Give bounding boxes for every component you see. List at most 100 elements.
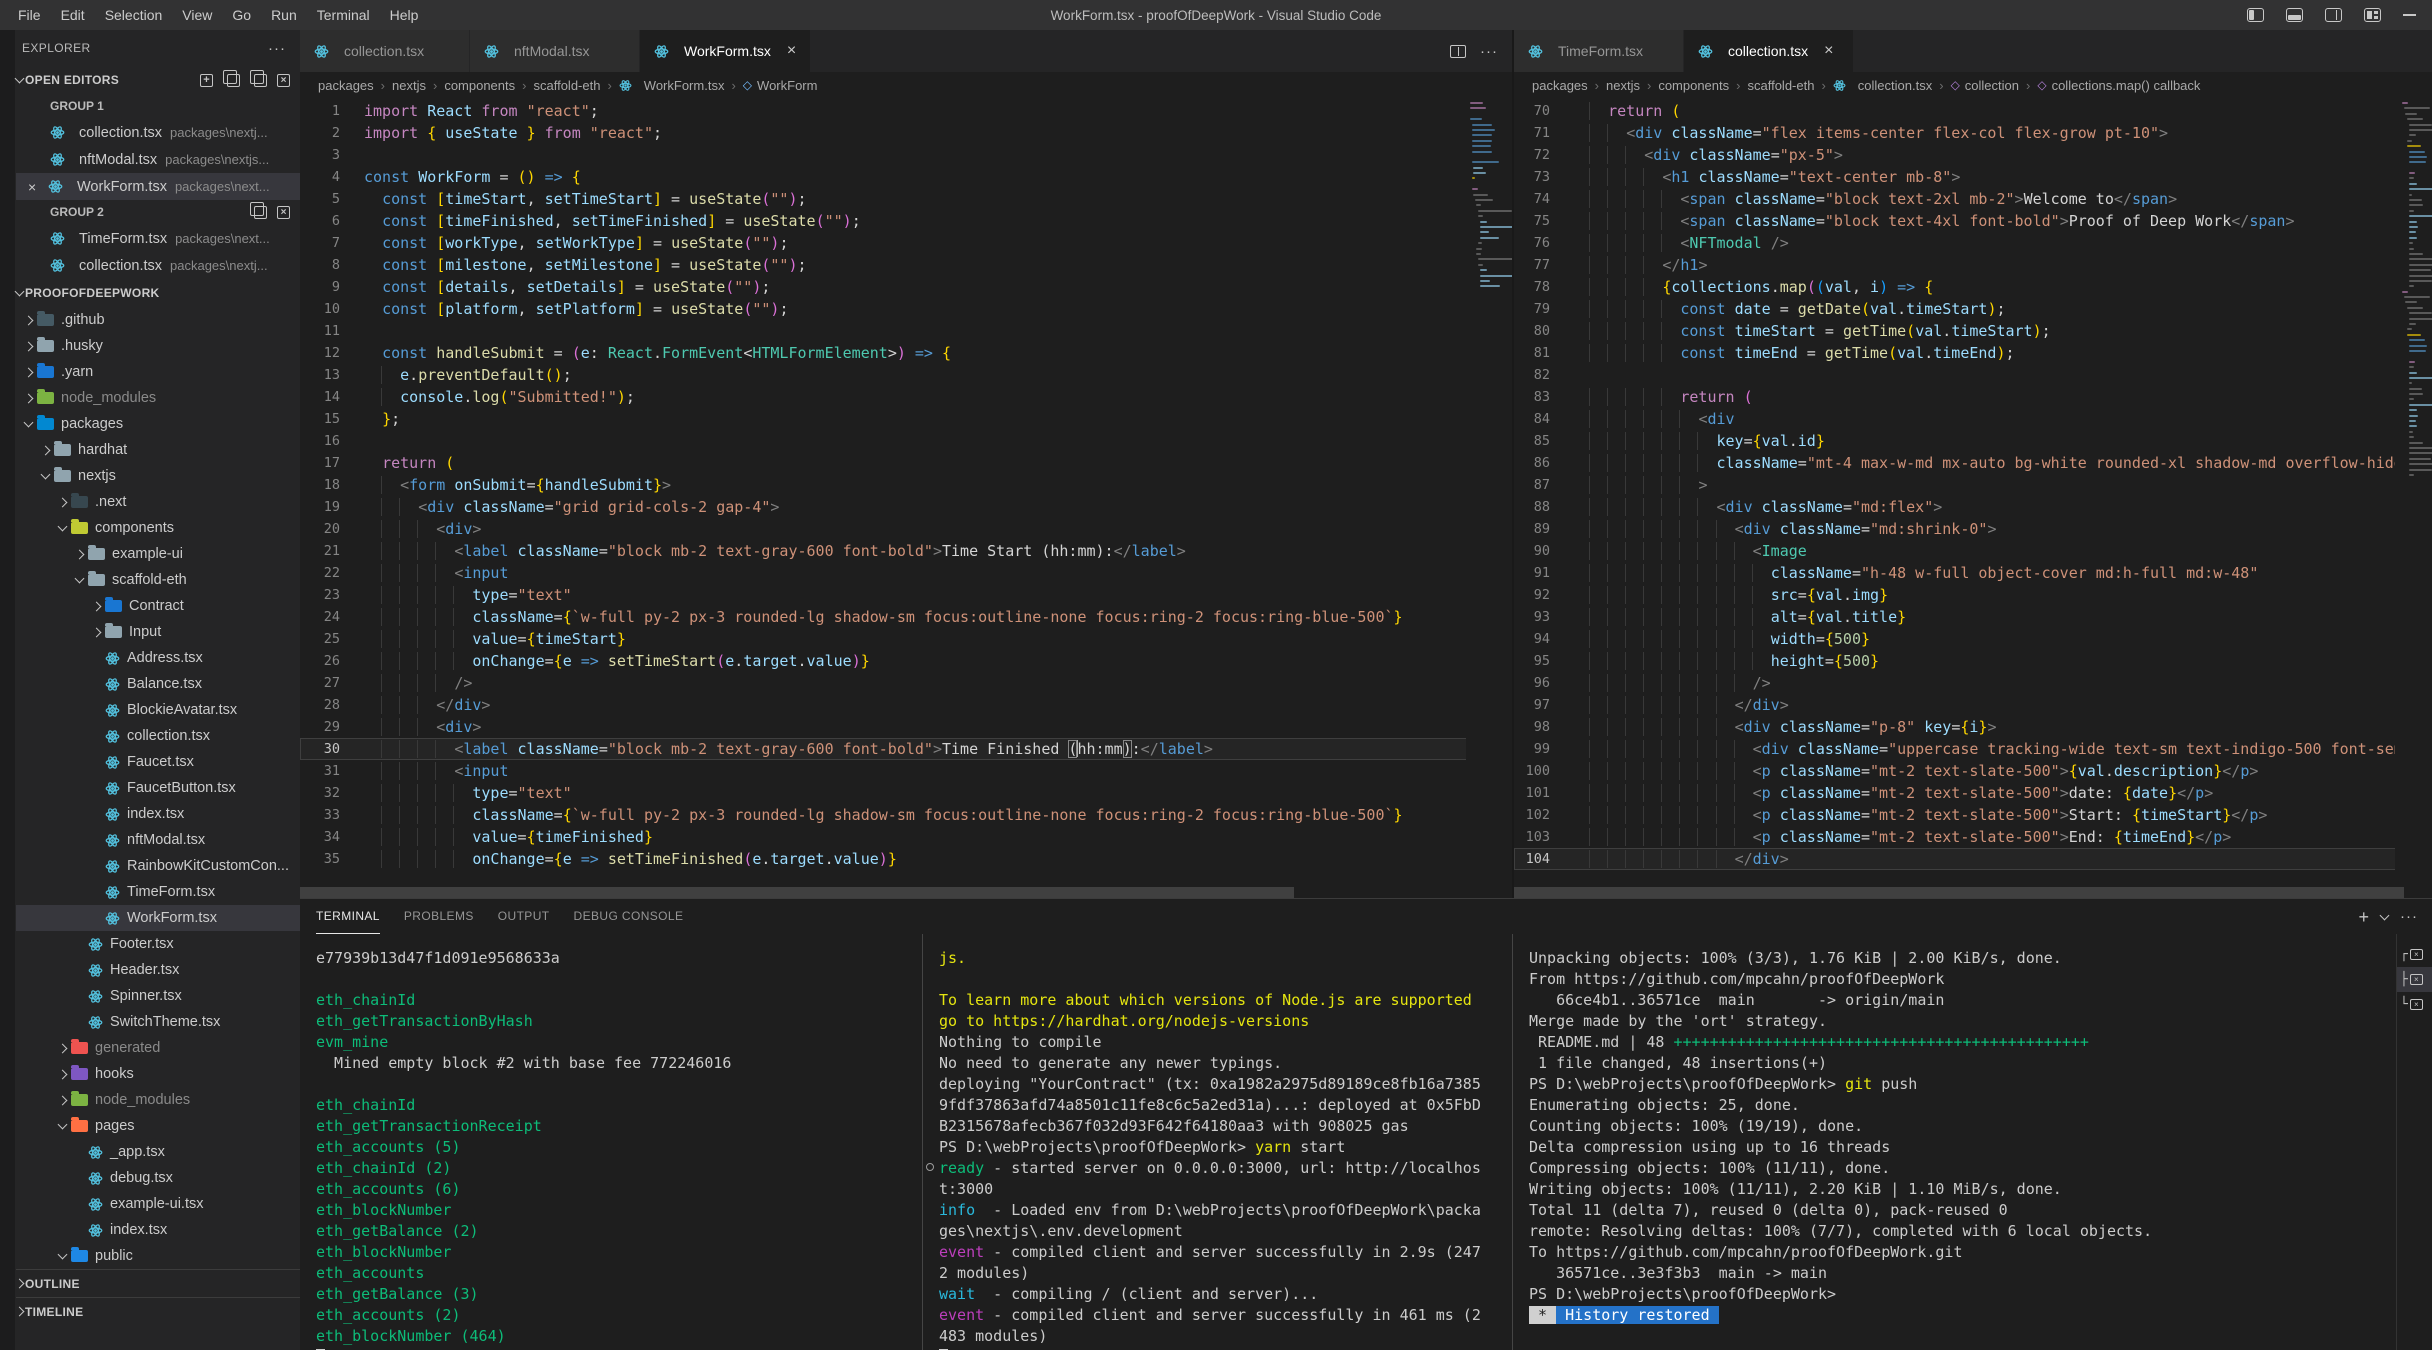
terminal-list-item-2[interactable]: ├: [2397, 967, 2432, 992]
code-line[interactable]: 33 className={`w-full py-2 px-3 rounded-…: [300, 804, 1512, 826]
tree-item-nextjs[interactable]: nextjs: [16, 463, 300, 489]
tree-item-Footertsx[interactable]: Footer.tsx: [16, 931, 300, 957]
tree-item-Contract[interactable]: Contract: [16, 593, 300, 619]
minimap[interactable]: [1466, 98, 1512, 898]
tab-collection.tsx[interactable]: collection.tsx ×: [1684, 30, 1854, 72]
breadcrumb-item[interactable]: packages: [318, 78, 374, 93]
breadcrumb-item[interactable]: ◇ collections.map() callback: [2037, 78, 2200, 93]
tree-item-Input[interactable]: Input: [16, 619, 300, 645]
breadcrumb-item[interactable]: scaffold-eth: [533, 78, 600, 93]
code-line[interactable]: 26 onChange={e => setTimeStart(e.target.…: [300, 650, 1512, 672]
tree-item-packages[interactable]: packages: [16, 411, 300, 437]
open-editor-item[interactable]: TimeForm.tsx packages\next...: [16, 225, 300, 252]
layout-secondary-sidebar-toggle-icon[interactable]: [2325, 8, 2342, 22]
minimap[interactable]: [2395, 98, 2432, 898]
open-editor-item[interactable]: collection.tsx packages\nextj...: [16, 119, 300, 146]
menu-go[interactable]: Go: [222, 0, 261, 30]
code-line[interactable]: 71 <div className="flex items-center fle…: [1514, 122, 2432, 144]
code-line[interactable]: 20 <div>: [300, 518, 1512, 540]
breadcrumb-item[interactable]: components: [444, 78, 515, 93]
tab-close-icon[interactable]: ×: [787, 42, 796, 60]
horizontal-scrollbar[interactable]: [1514, 887, 2405, 898]
code-line[interactable]: 89 <div className="md:shrink-0">: [1514, 518, 2432, 540]
code-line[interactable]: 87 >: [1514, 474, 2432, 496]
code-line[interactable]: 7 const [workType, setWorkType] = useSta…: [300, 232, 1512, 254]
menu-view[interactable]: View: [172, 0, 222, 30]
code-line[interactable]: 82: [1514, 364, 2432, 386]
code-line[interactable]: 94 width={500}: [1514, 628, 2432, 650]
breadcrumb-item[interactable]: components: [1658, 78, 1729, 93]
tab-TimeForm.tsx[interactable]: TimeForm.tsx: [1514, 30, 1684, 72]
tree-item-hooks[interactable]: hooks: [16, 1061, 300, 1087]
panel-tab-problems[interactable]: PROBLEMS: [404, 899, 474, 934]
breadcrumb-item[interactable]: WorkForm.tsx: [619, 78, 724, 93]
tree-item-collectiontsx[interactable]: collection.tsx: [16, 723, 300, 749]
close-all-editors-icon[interactable]: [277, 73, 290, 87]
code-line[interactable]: 3: [300, 144, 1512, 166]
breadcrumb-item[interactable]: ◇ collection: [1951, 78, 2019, 93]
more-actions-icon[interactable]: ···: [2400, 908, 2418, 925]
code-line[interactable]: 98 <div className="p-8" key={i}>: [1514, 716, 2432, 738]
panel-tab-output[interactable]: OUTPUT: [498, 899, 550, 934]
code-line[interactable]: 96 />: [1514, 672, 2432, 694]
breadcrumb-item[interactable]: nextjs: [392, 78, 426, 93]
panel-tab-debug-console[interactable]: DEBUG CONSOLE: [574, 899, 684, 934]
command-decoration-icon[interactable]: [926, 1163, 934, 1171]
tree-item-BlockieAvatartsx[interactable]: BlockieAvatar.tsx: [16, 697, 300, 723]
code-line[interactable]: 80 const timeStart = getTime(val.timeSta…: [1514, 320, 2432, 342]
tree-item-github[interactable]: .github: [16, 307, 300, 333]
code-editor[interactable]: 70 return (71 <div className="flex items…: [1514, 98, 2432, 898]
tree-item-public[interactable]: public: [16, 1243, 300, 1269]
tree-item-indextsx[interactable]: index.tsx: [16, 801, 300, 827]
more-actions-icon[interactable]: ···: [1480, 43, 1498, 60]
layout-panel-toggle-icon[interactable]: [2286, 8, 2303, 22]
code-line[interactable]: 84 <div: [1514, 408, 2432, 430]
tree-item-Addresstsx[interactable]: Address.tsx: [16, 645, 300, 671]
code-line[interactable]: 5 const [timeStart, setTimeStart] = useS…: [300, 188, 1512, 210]
tree-item-nftModaltsx[interactable]: nftModal.tsx: [16, 827, 300, 853]
tree-item-Spinnertsx[interactable]: Spinner.tsx: [16, 983, 300, 1009]
code-line[interactable]: 6 const [timeFinished, setTimeFinished] …: [300, 210, 1512, 232]
code-line[interactable]: 81 const timeEnd = getTime(val.timeEnd);: [1514, 342, 2432, 364]
tab-collection.tsx[interactable]: collection.tsx: [300, 30, 470, 72]
code-line[interactable]: 92 src={val.img}: [1514, 584, 2432, 606]
code-line[interactable]: 14 console.log("Submitted!");: [300, 386, 1512, 408]
breadcrumb-item[interactable]: collection.tsx: [1833, 78, 1932, 93]
code-line[interactable]: 91 className="h-48 w-full object-cover m…: [1514, 562, 2432, 584]
code-line[interactable]: 75 <span className="block text-4xl font-…: [1514, 210, 2432, 232]
code-line[interactable]: 31 <input: [300, 760, 1512, 782]
tree-item-TimeFormtsx[interactable]: TimeForm.tsx: [16, 879, 300, 905]
tab-close-icon[interactable]: ×: [1824, 42, 1833, 60]
code-line[interactable]: 28 </div>: [300, 694, 1512, 716]
close-all-editors-icon[interactable]: [277, 206, 290, 219]
open-editors-header[interactable]: OPEN EDITORS: [14, 66, 300, 94]
tree-item-husky[interactable]: .husky: [16, 333, 300, 359]
tree-item-yarn[interactable]: .yarn: [16, 359, 300, 385]
code-line[interactable]: 17 return (: [300, 452, 1512, 474]
code-line[interactable]: 95 height={500}: [1514, 650, 2432, 672]
breadcrumb-item[interactable]: nextjs: [1606, 78, 1640, 93]
code-line[interactable]: 78 {collections.map((val, i) => {: [1514, 276, 2432, 298]
tree-item-WorkFormtsx[interactable]: WorkForm.tsx: [16, 905, 300, 931]
terminal-pane-3[interactable]: Unpacking objects: 100% (3/3), 1.76 KiB …: [1512, 934, 2396, 1350]
tree-item-SwitchThemetsx[interactable]: SwitchTheme.tsx: [16, 1009, 300, 1035]
code-line[interactable]: 77 </h1>: [1514, 254, 2432, 276]
tree-item-indextsx[interactable]: index.tsx: [16, 1217, 300, 1243]
tree-item-_apptsx[interactable]: _app.tsx: [16, 1139, 300, 1165]
explorer-more-icon[interactable]: ···: [268, 40, 286, 57]
horizontal-scrollbar[interactable]: [300, 887, 1294, 898]
code-line[interactable]: 2 import { useState } from "react";: [300, 122, 1512, 144]
tree-item-hardhat[interactable]: hardhat: [16, 437, 300, 463]
menu-help[interactable]: Help: [380, 0, 429, 30]
code-line[interactable]: 104 </div>: [1514, 848, 2432, 870]
new-terminal-icon[interactable]: +: [2358, 908, 2369, 926]
code-line[interactable]: 30 <label className="block mb-2 text-gra…: [300, 738, 1512, 760]
code-line[interactable]: 35 onChange={e => setTimeFinished(e.targ…: [300, 848, 1512, 870]
code-line[interactable]: 97 </div>: [1514, 694, 2432, 716]
code-line[interactable]: 13 e.preventDefault();: [300, 364, 1512, 386]
tree-item-node_modules[interactable]: node_modules: [16, 1087, 300, 1113]
new-untitled-file-icon[interactable]: [200, 73, 213, 87]
panel-tab-terminal[interactable]: TERMINAL: [316, 899, 380, 934]
tree-item-Faucettsx[interactable]: Faucet.tsx: [16, 749, 300, 775]
tree-item-Balancetsx[interactable]: Balance.tsx: [16, 671, 300, 697]
